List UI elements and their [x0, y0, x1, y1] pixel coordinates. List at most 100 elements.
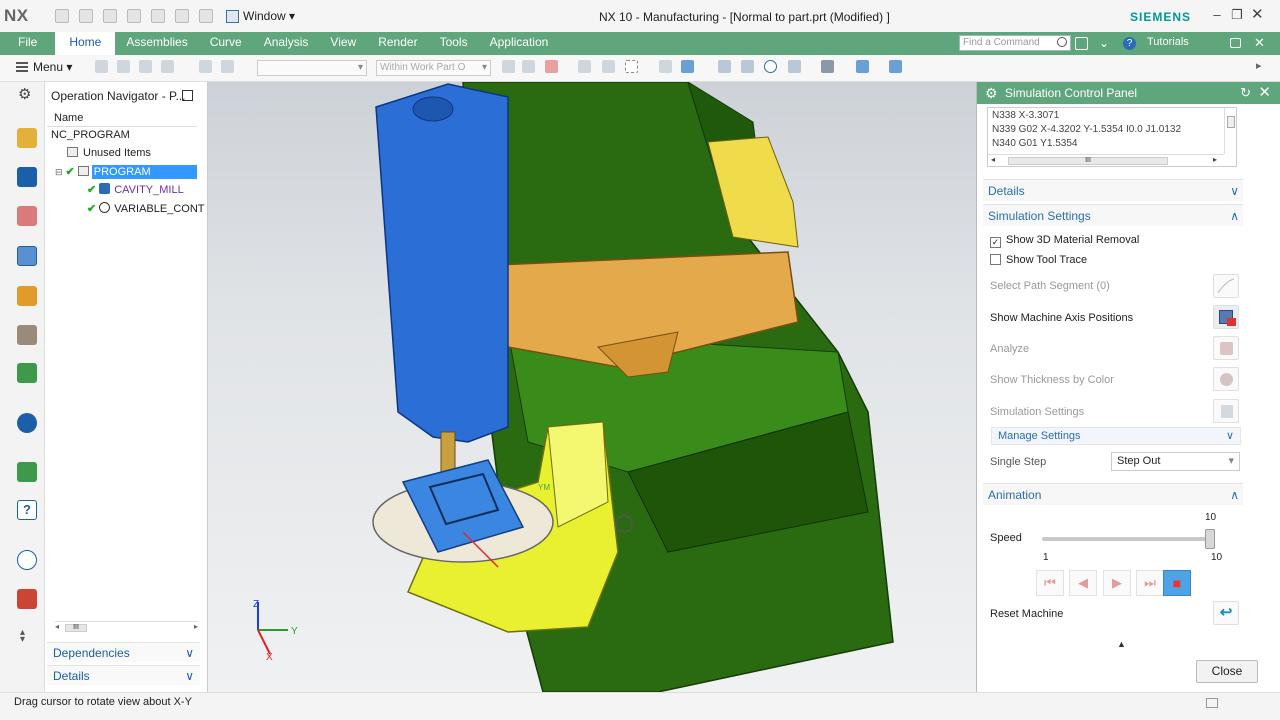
snap-icon[interactable] — [522, 60, 535, 73]
navigator-scrollbar[interactable]: ◂ III ▸ — [55, 621, 198, 633]
box-select-icon[interactable] — [625, 60, 638, 73]
speed-slider-thumb[interactable] — [1205, 529, 1215, 549]
scroll-thumb[interactable] — [1227, 116, 1235, 128]
collapse-icon[interactable]: ⊟ — [55, 167, 63, 177]
roles-icon[interactable] — [17, 589, 37, 609]
close-button[interactable]: Close — [1196, 660, 1258, 683]
scroll-left-icon[interactable]: ◂ — [55, 622, 59, 631]
simulation-settings-icon[interactable] — [1213, 399, 1239, 423]
nc-line[interactable]: N338 X-3.3071 — [992, 110, 1059, 121]
screen-icon[interactable] — [1075, 37, 1088, 50]
rotate-icon[interactable] — [764, 60, 777, 73]
copy-icon[interactable] — [127, 9, 141, 23]
toolbar-tool-icon[interactable] — [117, 60, 130, 73]
step-back-icon[interactable]: ◀ — [1069, 570, 1097, 596]
nc-code-list[interactable]: N338 X-3.3071 N339 G02 X-4.3202 Y-1.5354… — [987, 107, 1237, 167]
repeat-command-icon[interactable] — [175, 9, 189, 23]
play-forward-icon[interactable]: ▶ — [1103, 570, 1131, 596]
analyze-icon[interactable] — [1213, 336, 1239, 360]
show-tool-trace-checkbox[interactable]: Show Tool Trace — [990, 254, 1087, 266]
thickness-icon[interactable] — [1213, 367, 1239, 391]
help-icon[interactable]: ? — [17, 500, 37, 520]
cut-icon[interactable] — [103, 9, 117, 23]
stop-icon[interactable]: ■ — [1163, 570, 1191, 596]
cube-icon[interactable] — [681, 60, 694, 73]
menu-button[interactable]: Menu ▾ — [16, 60, 72, 74]
view-icon[interactable] — [659, 60, 672, 73]
save-icon[interactable] — [55, 9, 69, 23]
reuse-library-icon[interactable] — [17, 325, 37, 345]
part-navigator-icon[interactable] — [17, 206, 37, 226]
nav-item-program[interactable]: ⊟ ✔ PROGRAM — [55, 164, 198, 181]
show-3d-material-removal-checkbox[interactable]: ✓ Show 3D Material Removal — [990, 234, 1139, 248]
gear-icon[interactable]: ⚙ — [18, 87, 33, 102]
tab-application[interactable]: Application — [479, 32, 560, 55]
render-style-icon[interactable] — [821, 60, 834, 73]
scroll-left-icon[interactable]: ◂ — [991, 155, 995, 164]
operation-navigator-icon[interactable] — [17, 246, 37, 266]
vertical-scrollbar[interactable] — [1224, 108, 1237, 154]
assembly-navigator-icon[interactable] — [17, 128, 37, 148]
manage-settings-dropdown[interactable]: Manage Settings ∨ — [991, 427, 1241, 445]
graphics-window[interactable]: Z Y X YM — [208, 82, 976, 692]
tab-analysis[interactable]: Analysis — [253, 32, 320, 55]
speed-slider-track[interactable] — [1042, 537, 1212, 541]
fit-icon[interactable] — [718, 60, 731, 73]
nav-item-cavity-mill[interactable]: ✔ CAVITY_MILL — [87, 182, 184, 199]
minimize-icon[interactable]: – — [1211, 8, 1223, 21]
snap-icon[interactable] — [502, 60, 515, 73]
nav-item-unused[interactable]: Unused Items — [67, 145, 151, 162]
tab-render[interactable]: Render — [367, 32, 428, 55]
column-header-name[interactable]: Name — [47, 110, 197, 127]
scroll-thumb[interactable]: III — [1008, 157, 1168, 165]
zoom-icon[interactable] — [741, 60, 754, 73]
step-to-end-icon[interactable]: ⏭ — [1136, 570, 1164, 596]
checkbox-unchecked-icon[interactable] — [990, 254, 1001, 265]
toolbar-tool-icon[interactable] — [161, 60, 174, 73]
simulation-settings-header[interactable]: Simulation Settings ∧ — [983, 204, 1243, 226]
ribbon-restore-icon[interactable] — [1230, 38, 1241, 48]
scroll-right-icon[interactable]: ▸ — [1213, 155, 1217, 164]
nc-line[interactable]: N339 G02 X-4.3202 Y-1.5354 I0.0 J1.0132 — [992, 124, 1181, 135]
tutorials-button[interactable]: Tutorials — [1147, 36, 1189, 48]
machine-tool-navigator-icon[interactable] — [17, 286, 37, 306]
maximize-icon[interactable] — [182, 90, 193, 101]
nav-root[interactable]: NC_PROGRAM — [51, 127, 130, 144]
collapse-panel-icon[interactable]: ▲ — [1117, 639, 1126, 649]
paste-icon[interactable] — [151, 9, 165, 23]
reset-machine-icon[interactable]: ↩ — [1213, 601, 1239, 625]
command-search-input[interactable]: Find a Command — [959, 35, 1071, 51]
orient-icon[interactable] — [788, 60, 801, 73]
resource-scroll-icon[interactable]: ▴ ▾ — [20, 628, 30, 645]
checkbox-checked-icon[interactable]: ✓ — [990, 237, 1001, 248]
reset-dialog-icon[interactable]: ↻ — [1240, 85, 1251, 101]
window-menu[interactable]: Window ▾ — [226, 9, 295, 23]
scroll-right-icon[interactable]: ▸ — [194, 622, 198, 631]
toolbar-tool-icon[interactable] — [221, 60, 234, 73]
help-icon[interactable]: ? — [1123, 37, 1136, 50]
toolbar-tool-icon[interactable] — [139, 60, 152, 73]
select-icon[interactable] — [545, 60, 558, 73]
tab-curve[interactable]: Curve — [199, 32, 253, 55]
point-icon[interactable] — [578, 60, 591, 73]
animation-section-header[interactable]: Animation ∧ — [983, 483, 1243, 505]
tab-assemblies[interactable]: Assemblies — [115, 32, 198, 55]
single-step-dropdown[interactable]: Step Out — [1111, 452, 1240, 471]
selection-filter-dropdown[interactable] — [257, 60, 367, 76]
show-hide-icon[interactable] — [889, 60, 902, 73]
nc-line[interactable]: N340 G01 Y1.5354 — [992, 138, 1077, 149]
undo-icon[interactable] — [79, 9, 93, 23]
clock-icon[interactable] — [17, 550, 37, 570]
constraint-navigator-icon[interactable] — [17, 167, 37, 187]
tab-home[interactable]: Home — [55, 32, 116, 55]
path-segment-icon[interactable] — [1213, 274, 1239, 298]
point-icon[interactable] — [602, 60, 615, 73]
toolbar-tool-icon[interactable] — [95, 60, 108, 73]
touch-mode-icon[interactable] — [199, 9, 213, 23]
dependencies-section[interactable]: Dependencies ∨ — [47, 642, 200, 662]
scroll-thumb[interactable]: III — [65, 624, 87, 632]
restore-icon[interactable]: ❐ — [1231, 8, 1243, 21]
step-to-start-icon[interactable]: ⏮ — [1036, 570, 1064, 596]
history-icon[interactable] — [17, 462, 37, 482]
nav-item-variable-contour[interactable]: ✔ VARIABLE_CONT — [87, 201, 205, 218]
